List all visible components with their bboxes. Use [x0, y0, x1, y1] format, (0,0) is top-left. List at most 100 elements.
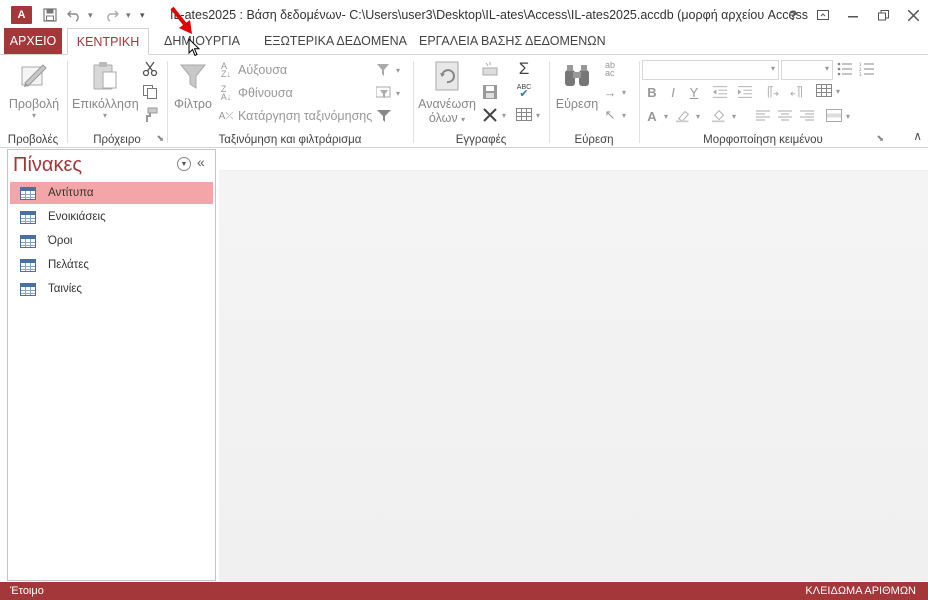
replace-button[interactable]: ab ac: [602, 61, 618, 78]
text-direction-icon: [763, 84, 779, 100]
goto-button[interactable]: → ▾: [602, 84, 627, 100]
font-color-button[interactable]: A ▾: [644, 108, 668, 124]
window-title: IL-ates2025 : Βάση δεδομένων- C:\Users\u…: [170, 8, 810, 22]
font-size-combo[interactable]: ▾: [781, 60, 833, 80]
close-icon[interactable]: [898, 0, 928, 30]
sort-ascending-button[interactable]: A Z↓ Αύξουσα: [218, 62, 287, 79]
align-right-button[interactable]: [799, 108, 815, 124]
num-lock-indicator: ΚΛΕΙΔΩΜΑ ΑΡΙΘΜΩΝ: [805, 585, 916, 597]
goto-dropdown-icon: ▾: [622, 87, 627, 97]
help-button[interactable]: ?: [778, 0, 808, 30]
title-bar: A ▾ ▾ ▾ IL-ates2025 : Βάση δεδομένων- C:…: [0, 0, 928, 30]
highlight-button[interactable]: ▾: [676, 108, 700, 124]
refresh-label-line2-text: όλων: [428, 111, 458, 125]
undo-icon[interactable]: [64, 5, 84, 25]
table-icon: [20, 258, 36, 272]
font-color-dropdown-icon: ▾: [664, 111, 669, 121]
align-left-icon: [755, 108, 771, 124]
access-app-icon[interactable]: A: [11, 6, 32, 24]
nav-table-item[interactable]: Ενοικιάσεις: [10, 206, 213, 228]
text-formatting-launcher-icon[interactable]: ⬊: [876, 133, 884, 144]
ribbon-tabs: ΑΡΧΕΙΟ ΚΕΝΤΡΙΚΗ ΔΗΜΙΟΥΡΓΙΑ ΕΞΩΤΕΡΙΚΑ ΔΕΔ…: [0, 28, 928, 55]
gridlines-button[interactable]: ▾: [816, 83, 840, 99]
redo-dropdown-icon[interactable]: ▾: [126, 10, 136, 21]
find-button[interactable]: Εύρεση: [554, 59, 600, 111]
app-icon-letter: A: [17, 9, 26, 21]
format-painter-button[interactable]: [142, 107, 158, 123]
save-record-icon: [482, 84, 498, 100]
more-records-button[interactable]: ▾: [516, 107, 540, 123]
bold-button[interactable]: B: [644, 84, 660, 100]
bullets-button[interactable]: [837, 61, 853, 77]
tab-external-data[interactable]: ΕΞΩΤΕΡΙΚΑ ΔΕΔΟΜΕΝΑ: [254, 28, 417, 54]
tab-file[interactable]: ΑΡΧΕΙΟ: [4, 28, 62, 54]
save-record-button[interactable]: [482, 84, 498, 100]
workspace-tab-strip: [219, 149, 928, 171]
collapse-ribbon-icon[interactable]: ∧: [913, 129, 922, 143]
spelling-icon: ABC ✔: [516, 84, 532, 100]
clipboard-launcher-icon[interactable]: ⬊: [156, 133, 164, 144]
customize-qat-icon[interactable]: ▾: [140, 10, 150, 21]
align-center-button[interactable]: [777, 108, 793, 124]
window-controls: ?: [778, 0, 928, 30]
tab-home[interactable]: ΚΕΝΤΡΙΚΗ: [67, 28, 149, 55]
spelling-button[interactable]: ABC ✔: [516, 83, 532, 100]
fill-color-button[interactable]: ▾: [712, 108, 736, 124]
group-find: Εύρεση ab ac → ▾ ↖ ▾ Εύρεση: [550, 57, 638, 147]
save-icon[interactable]: [40, 5, 60, 25]
tab-database-tools[interactable]: ΕΡΓΑΛΕΙΑ ΒΑΣΗΣ ΔΕΔΟΜΕΝΩΝ: [409, 28, 616, 54]
delete-icon: [482, 107, 498, 123]
underline-button[interactable]: Υ: [686, 84, 702, 100]
status-bar: Έτοιμο ΚΛΕΙΔΩΜΑ ΑΡΙΘΜΩΝ: [0, 582, 928, 600]
ltr-button[interactable]: [763, 84, 779, 100]
selection-filter-icon: [376, 62, 392, 78]
increase-indent-button[interactable]: [737, 84, 753, 100]
highlight-dropdown-icon: ▾: [696, 111, 701, 121]
selection-dropdown-icon: ▾: [396, 65, 401, 75]
alternate-row-color-button[interactable]: ▾: [826, 108, 850, 124]
font-name-combo[interactable]: ▾: [642, 60, 779, 80]
svg-text:3: 3: [859, 72, 862, 76]
remove-sort-button[interactable]: A⤫ Κατάργηση ταξινόμησης: [218, 108, 373, 124]
shutter-bar-close-icon[interactable]: «: [197, 154, 205, 170]
refresh-all-button[interactable]: Ανανέωση όλων ▾: [416, 59, 478, 125]
group-find-label: Εύρεση: [574, 134, 614, 146]
cut-button[interactable]: [142, 61, 158, 77]
nav-table-item[interactable]: Ταινίες: [10, 278, 213, 300]
sort-descending-button[interactable]: Z A↓ Φθίνουσα: [218, 85, 293, 102]
undo-dropdown-icon[interactable]: ▾: [88, 10, 98, 21]
redo-icon[interactable]: [102, 5, 122, 25]
totals-button[interactable]: Σ: [516, 59, 532, 78]
table-icon: [20, 186, 36, 200]
nav-table-item[interactable]: Όροι: [10, 230, 213, 252]
delete-record-button[interactable]: ▾: [482, 107, 506, 123]
nav-table-item[interactable]: Αντίτυπα: [10, 182, 213, 204]
more-dropdown-icon: ▾: [536, 110, 541, 120]
italic-button[interactable]: Ι: [665, 84, 681, 100]
restore-icon[interactable]: [868, 0, 898, 30]
align-left-button[interactable]: [755, 108, 771, 124]
nav-menu-chevron-icon[interactable]: ▼: [177, 157, 191, 171]
numbering-icon: 123: [859, 61, 875, 77]
select-cursor-icon: ↖: [604, 107, 616, 122]
new-record-button[interactable]: [482, 61, 498, 77]
copy-button[interactable]: [142, 84, 158, 100]
filter-button[interactable]: Φίλτρο: [170, 59, 216, 111]
selection-filter-button[interactable]: ▾: [376, 62, 400, 78]
filter-icon: [177, 59, 209, 93]
ribbon-display-options-icon[interactable]: [808, 0, 838, 30]
advanced-filter-button[interactable]: ▾: [376, 85, 400, 101]
paste-dropdown-icon: ▾: [102, 111, 107, 120]
nav-table-item[interactable]: Πελάτες: [10, 254, 213, 276]
toggle-filter-button[interactable]: [376, 108, 392, 124]
view-button[interactable]: Προβολή ▾: [6, 59, 62, 120]
numbering-button[interactable]: 123: [859, 61, 875, 77]
paste-button[interactable]: Επικόλληση ▾: [72, 59, 139, 120]
select-button[interactable]: ↖ ▾: [602, 107, 626, 123]
minimize-icon[interactable]: [838, 0, 868, 30]
align-center-icon: [777, 108, 793, 124]
table-icon: [20, 282, 36, 296]
decrease-indent-button[interactable]: [712, 84, 728, 100]
rtl-button[interactable]: [790, 84, 806, 100]
align-right-icon: [799, 108, 815, 124]
